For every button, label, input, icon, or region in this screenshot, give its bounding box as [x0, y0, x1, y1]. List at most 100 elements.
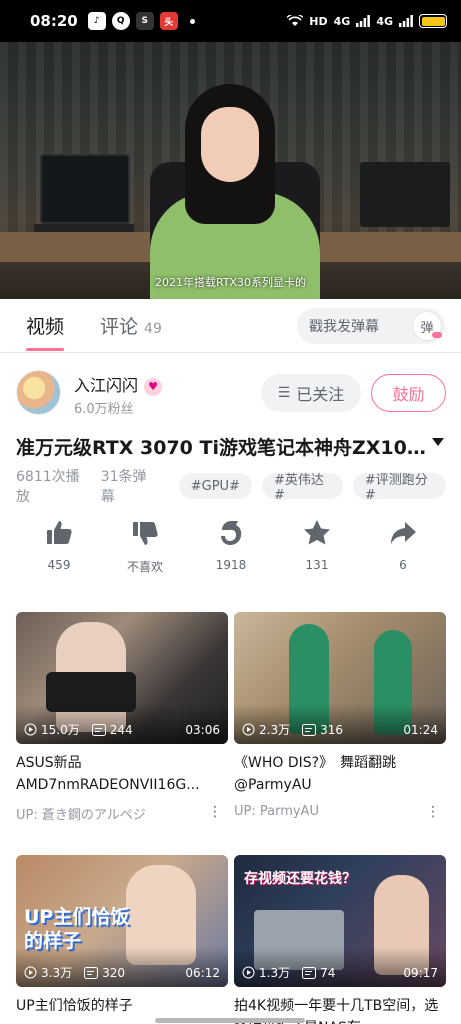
card-duration: 03:06 [185, 722, 220, 737]
tab-comments[interactable]: 评论 49 [100, 312, 162, 339]
notification-icons: ♪ Q S 头 [87, 12, 195, 30]
card-thumbnail[interactable]: 15.0万 244 03:06 [16, 612, 228, 744]
card-stats: 15.0万 244 03:06 [24, 721, 220, 738]
followed-button[interactable]: ☰ 已关注 [261, 374, 361, 412]
action-bar: 459 不喜欢 1918 131 6 [16, 518, 446, 580]
tag-benchmark[interactable]: #评测跑分# [352, 473, 446, 503]
uploader-name-row[interactable]: 入江闪闪 ♥ [74, 372, 163, 396]
card-comments: 74 [320, 965, 336, 980]
dislike-button[interactable]: 不喜欢 [102, 518, 188, 580]
tab-comments-label: 评论 [100, 316, 139, 338]
dislike-label: 不喜欢 [126, 560, 163, 574]
more-options-icon[interactable]: ⋮ [426, 804, 440, 820]
card-title: 《WHO DIS?》 舞蹈翻跳 @ParmyAU [234, 755, 397, 793]
content-tabs: 视频 评论 49 戳我发弹幕 弹 [0, 299, 461, 353]
signal-icon-2 [399, 15, 413, 27]
comments-stat: 74 [302, 966, 335, 980]
card-duration: 01:24 [403, 722, 438, 737]
video-player[interactable]: 2021年搭载RTX30系列显卡的 [0, 42, 461, 299]
like-count: 459 [47, 558, 71, 572]
recommend-card-1[interactable]: 15.0万 244 03:06 ASUS新品 AMD7nmRADEONVII16… [16, 612, 228, 823]
expand-caret-icon[interactable] [432, 438, 444, 446]
share-button[interactable]: 6 [360, 518, 446, 580]
danmaku-icon [84, 966, 99, 979]
comments-stat: 244 [91, 722, 133, 737]
uploader-fans: 6.0万粉丝 [74, 402, 134, 417]
tag-gpu[interactable]: #GPU# [178, 473, 252, 499]
card-views: 15.0万 [41, 723, 80, 737]
card-duration: 09:17 [403, 965, 438, 980]
views-stat: 1.3万 [242, 964, 290, 981]
coin-count: 1918 [215, 558, 247, 572]
views-stat: 2.3万 [242, 721, 290, 738]
danmaku-icon [91, 723, 106, 736]
avatar[interactable] [16, 370, 61, 415]
home-indicator[interactable] [155, 1018, 305, 1023]
favorite-count: 131 [305, 558, 329, 572]
recommend-card-2[interactable]: 2.3万 316 01:24 《WHO DIS?》 舞蹈翻跳 @ParmyAU … [234, 612, 446, 820]
card-stats: 1.3万 74 09:17 [242, 964, 438, 981]
card-comments: 244 [109, 722, 133, 737]
video-meta: 6811次播放 31条弹幕 #GPU# #英伟达# #评测跑分# [16, 469, 446, 505]
thumb-overlay-text: 存视频还要花钱？ [244, 871, 356, 887]
favorite-button[interactable]: 131 [274, 518, 360, 580]
status-right: HD 4G 4G [287, 14, 447, 28]
card-thumbnail[interactable]: 2.3万 316 01:24 [234, 612, 446, 744]
recommend-card-3[interactable]: UP主们恰饭的样子 3.3万 320 06:12 UP主们恰饭的样子 [16, 855, 228, 1017]
q-app-icon: Q [111, 12, 130, 30]
comments-stat: 316 [302, 723, 343, 737]
danmaku-input[interactable]: 戳我发弹幕 弹 [297, 308, 445, 344]
video-person-face [201, 107, 259, 182]
thumb-overlay-text: UP主们恰饭的样子 [24, 906, 130, 952]
coin-button[interactable]: 1918 [188, 518, 274, 580]
play-icon [24, 723, 37, 736]
danmaku-count: 31条弹幕 [100, 469, 147, 505]
followed-label: 已关注 [296, 385, 345, 404]
network-type: HD [309, 14, 328, 28]
card-views: 1.3万 [259, 966, 291, 980]
comments-stat: 320 [84, 966, 125, 980]
card-uploader-row: UP: ParmyAU ⋮ [234, 804, 446, 820]
card-comments: 320 [102, 965, 125, 980]
card-views: 2.3万 [259, 723, 291, 737]
like-button[interactable]: 459 [16, 518, 102, 580]
uploader-name: 入江闪闪 [74, 376, 139, 395]
tab-video[interactable]: 视频 [26, 312, 65, 351]
more-options-icon[interactable]: ⋮ [208, 804, 222, 820]
card-uploader: UP: ParmyAU [234, 804, 319, 819]
danmaku-toggle-button[interactable]: 弹 [412, 311, 442, 341]
card-title: ASUS新品 AMD7nmRADEONVII16G... [16, 755, 200, 793]
card-thumbnail[interactable]: UP主们恰饭的样子 3.3万 320 06:12 [16, 855, 228, 987]
status-time: 08:20 [30, 12, 78, 30]
thumb-up-icon [47, 521, 72, 544]
views-stat: 15.0万 [24, 721, 80, 738]
card-title: UP主们恰饭的样子 [16, 998, 133, 1014]
wifi-icon [287, 15, 304, 26]
signal-icon [356, 15, 371, 27]
card-uploader-row: UP: 蒼き鋼のアルペジ ⋮ [16, 804, 228, 823]
card-comments: 316 [320, 722, 343, 737]
card-duration: 06:12 [185, 965, 220, 980]
vip-badge-icon: ♥ [144, 377, 163, 396]
card-thumbnail[interactable]: 存视频还要花钱？ 1.3万 74 09:17 [234, 855, 446, 987]
status-bar: 08:20 ♪ Q S 头 HD 4G 4G [0, 0, 461, 42]
play-icon [242, 966, 255, 979]
views-stat: 3.3万 [24, 964, 72, 981]
card-stats: 2.3万 316 01:24 [242, 721, 438, 738]
battery-icon [419, 14, 447, 28]
recommend-card-4[interactable]: 存视频还要花钱？ 1.3万 74 09:17 拍4K视频一年要十几TB空间，选择… [234, 855, 446, 1024]
danmaku-icon [302, 723, 317, 736]
coin-icon [221, 521, 242, 545]
card-stats: 3.3万 320 06:12 [24, 964, 220, 981]
tag-nvidia[interactable]: #英伟达# [261, 473, 343, 503]
play-icon [24, 966, 37, 979]
more-notifications-icon [189, 18, 195, 24]
star-icon [304, 520, 330, 545]
charge-button[interactable]: 鼓励 [371, 374, 446, 412]
share-icon [391, 522, 416, 544]
app-icon: S [135, 12, 154, 30]
signal-2-label: 4G [376, 14, 393, 28]
signal-1-label: 4G [333, 14, 351, 28]
video-title[interactable]: 准万元级RTX 3070 Ti游戏笔记本神舟ZX10... [16, 433, 426, 460]
menu-icon: ☰ [277, 385, 291, 401]
